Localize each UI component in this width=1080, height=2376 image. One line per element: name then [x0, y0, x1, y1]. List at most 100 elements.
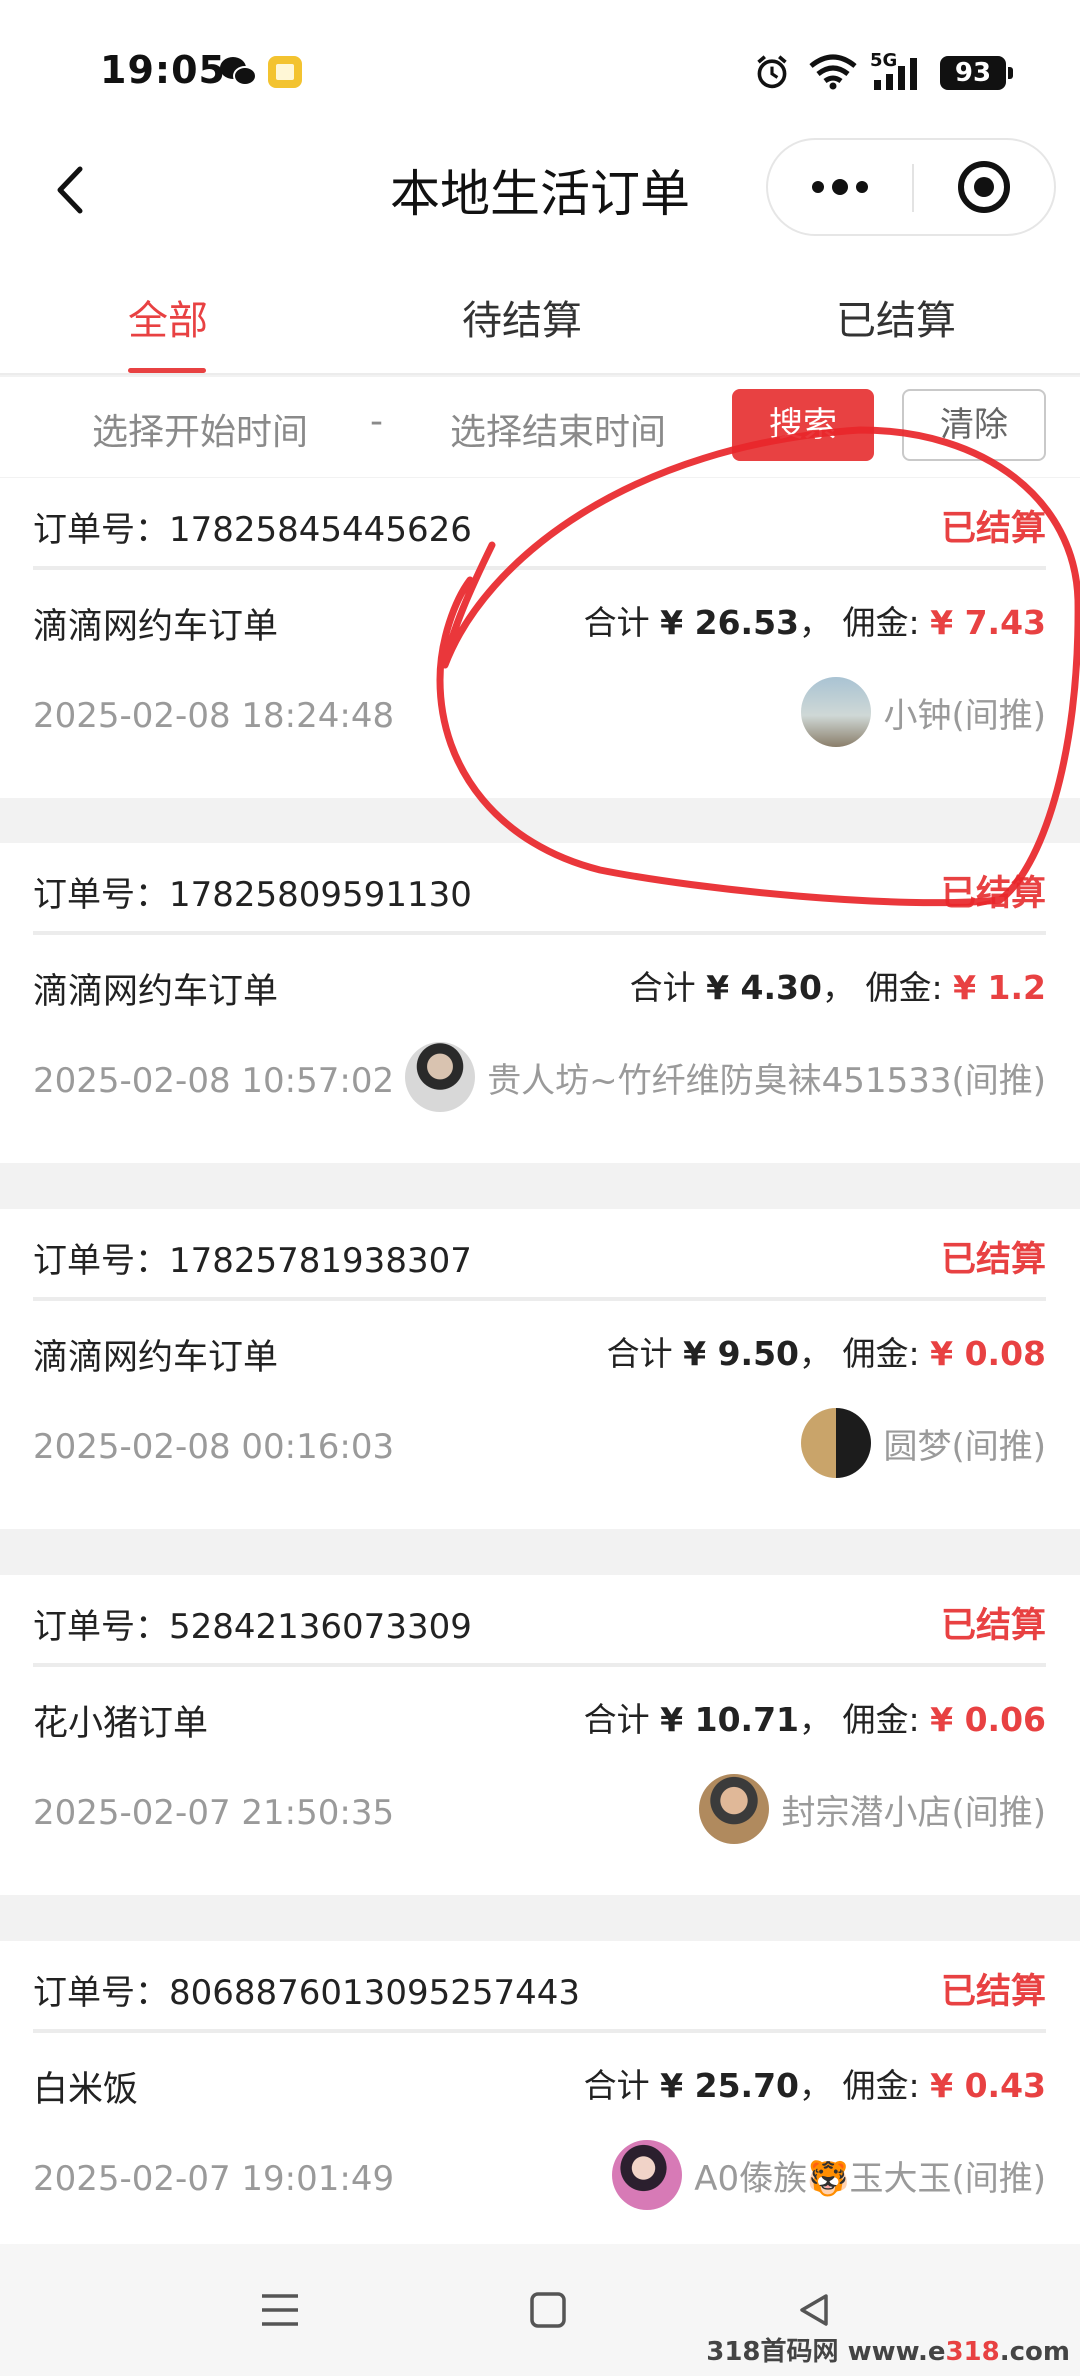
- referrer-name: 圆梦(间推): [883, 1426, 1046, 1467]
- order-time: 2025-02-08 00:16:03: [33, 1427, 395, 1467]
- total-label: 合计: [629, 968, 707, 1007]
- order-name: 滴滴网约车订单: [33, 972, 279, 1012]
- more-dots-icon: [812, 179, 868, 195]
- watermark-site: www.e: [847, 2337, 946, 2367]
- close-button[interactable]: [914, 140, 1054, 234]
- order-status: 已结算: [940, 1972, 1046, 2012]
- alarm-icon: [757, 55, 787, 89]
- order-number-label: 订单号：: [33, 1241, 169, 1281]
- order-name: 花小猪订单: [33, 1704, 209, 1744]
- divider: [33, 1297, 1046, 1301]
- tab-active-indicator: [128, 368, 206, 373]
- total-amount: ¥ 4.30: [706, 968, 822, 1007]
- order-number-label: 订单号：: [33, 1607, 169, 1647]
- search-button[interactable]: 搜索: [732, 389, 874, 461]
- divider: [33, 2029, 1046, 2033]
- avatar: [699, 1774, 770, 1844]
- divider: [33, 1663, 1046, 1667]
- referrer: A0傣族🐯玉大玉(间推): [612, 2139, 1046, 2211]
- order-card[interactable]: 订单号：17825845445626 已结算 滴滴网约车订单 合计 ¥ 26.5…: [0, 478, 1080, 798]
- order-name: 滴滴网约车订单: [33, 607, 279, 647]
- start-date-picker[interactable]: 选择开始时间: [92, 403, 308, 455]
- clear-button[interactable]: 清除: [902, 389, 1046, 461]
- back-button[interactable]: [30, 150, 110, 230]
- commission-amount: ¥ 0.06: [930, 1700, 1046, 1739]
- target-close-icon: [958, 161, 1010, 213]
- order-number-value: 17825845445626: [169, 510, 472, 550]
- order-number-label: 订单号：: [33, 1973, 169, 2013]
- order-time: 2025-02-07 21:50:35: [33, 1793, 395, 1833]
- date-separator: -: [370, 401, 383, 442]
- order-amounts: 合计 ¥ 26.53， 佣金: ¥ 7.43: [584, 596, 1046, 644]
- signal-icon: [874, 58, 917, 90]
- order-card[interactable]: 订单号：52842136073309 已结算 花小猪订单 合计 ¥ 10.71，…: [0, 1575, 1080, 1895]
- order-time: 2025-02-08 10:57:02: [33, 1061, 395, 1101]
- home-button[interactable]: [516, 2278, 580, 2342]
- battery-level: 93: [954, 58, 992, 88]
- order-status: 已结算: [940, 509, 1046, 549]
- commission-label: ， 佣金:: [799, 2066, 931, 2105]
- menu-button[interactable]: [248, 2278, 312, 2342]
- avatar: [801, 677, 872, 747]
- order-amounts: 合计 ¥ 25.70， 佣金: ¥ 0.43: [584, 2059, 1046, 2107]
- back-triangle-icon: [800, 2294, 828, 2326]
- avatar: [612, 2140, 683, 2210]
- order-card[interactable]: 订单号：8068876013095257443 已结算 白米饭 合计 ¥ 25.…: [0, 1941, 1080, 2244]
- status-bar: 19:05 5G 93: [0, 0, 1080, 130]
- order-number-value: 17825809591130: [169, 875, 472, 915]
- total-label: 合计: [606, 1334, 684, 1373]
- end-date-picker[interactable]: 选择结束时间: [450, 403, 666, 455]
- avatar: [405, 1042, 476, 1112]
- mini-program-capsule: [766, 138, 1056, 236]
- order-time: 2025-02-07 19:01:49: [33, 2159, 395, 2199]
- more-button[interactable]: [768, 140, 912, 234]
- commission-label: ， 佣金:: [799, 1700, 931, 1739]
- referrer-name: 封宗潜小店(间推): [781, 1792, 1046, 1833]
- referrer: 圆梦(间推): [801, 1407, 1046, 1479]
- order-number: 订单号：8068876013095257443: [33, 1965, 580, 2014]
- referrer: 封宗潜小店(间推): [699, 1773, 1046, 1845]
- order-amounts: 合计 ¥ 9.50， 佣金: ¥ 0.08: [607, 1327, 1046, 1375]
- commission-amount: ¥ 7.43: [930, 603, 1046, 642]
- order-amounts: 合计 ¥ 4.30， 佣金: ¥ 1.2: [630, 961, 1046, 1009]
- commission-amount: ¥ 0.08: [930, 1334, 1046, 1373]
- system-nav-bar: 318首码网 www.e318.com: [0, 2244, 1080, 2376]
- tab-settled[interactable]: 已结算: [836, 288, 956, 346]
- commission-label: ， 佣金:: [799, 603, 931, 642]
- total-amount: ¥ 10.71: [660, 1700, 800, 1739]
- referrer: 贵人坊~竹纤维防臭袜451533(间推): [405, 1041, 1046, 1113]
- commission-amount: ¥ 1.2: [953, 968, 1046, 1007]
- divider: [33, 931, 1046, 935]
- order-status: 已结算: [940, 1240, 1046, 1280]
- commission-label: ， 佣金:: [821, 968, 954, 1007]
- order-card[interactable]: 订单号：17825809591130 已结算 滴滴网约车订单 合计 ¥ 4.30…: [0, 843, 1080, 1163]
- total-amount: ¥ 26.53: [660, 603, 800, 642]
- order-number: 订单号：17825781938307: [33, 1233, 472, 1282]
- order-tabs: 全部 待结算 已结算: [0, 250, 1080, 375]
- nav-bar: 本地生活订单: [0, 130, 1080, 250]
- order-number-label: 订单号：: [33, 875, 169, 915]
- referrer-name: 贵人坊~竹纤维防臭袜451533(间推): [487, 1060, 1046, 1101]
- wifi-icon: [809, 54, 857, 90]
- tab-pending[interactable]: 待结算: [462, 288, 582, 346]
- referrer-name: 小钟(间推): [883, 695, 1046, 736]
- order-time: 2025-02-08 18:24:48: [33, 696, 395, 736]
- battery-icon: 93: [940, 56, 1013, 90]
- order-status: 已结算: [940, 1606, 1046, 1646]
- date-filter: 选择开始时间 - 选择结束时间 搜索 清除: [0, 377, 1080, 477]
- order-number: 订单号：17825845445626: [33, 502, 472, 551]
- tab-all[interactable]: 全部: [128, 288, 208, 346]
- commission-amount: ¥ 0.43: [930, 2066, 1046, 2105]
- order-number: 订单号：17825809591130: [33, 867, 472, 916]
- chevron-left-icon: [57, 166, 83, 214]
- order-card[interactable]: 订单号：17825781938307 已结算 滴滴网约车订单 合计 ¥ 9.50…: [0, 1209, 1080, 1529]
- notes-app-icon: [268, 56, 302, 88]
- watermark: 318首码网 www.e318.com: [706, 2331, 1070, 2368]
- watermark-suffix: .com: [999, 2337, 1070, 2367]
- referrer-name: A0傣族🐯玉大玉(间推): [694, 2158, 1046, 2199]
- total-amount: ¥ 9.50: [683, 1334, 800, 1373]
- status-time: 19:05: [100, 48, 226, 92]
- referrer: 小钟(间推): [801, 676, 1046, 748]
- order-number-label: 订单号：: [33, 510, 169, 550]
- total-label: 合计: [583, 2066, 661, 2105]
